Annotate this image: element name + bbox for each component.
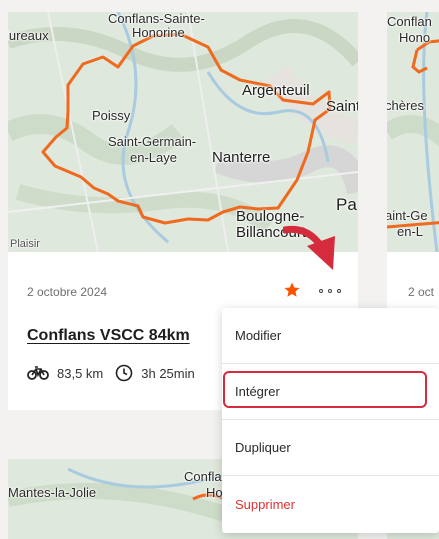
map-label: Mantes-la-Jolie (8, 485, 97, 500)
activity-date: 2 octobre 2024 (27, 285, 108, 299)
route-map[interactable]: Conflans-Sainte- Honorine lureaux Argent… (8, 12, 358, 252)
highlight-box (223, 371, 427, 408)
arrow-annotation-icon (283, 225, 335, 270)
map-label: Pa (336, 195, 357, 214)
options-menu: Modifier Intégrer Dupliquer Supprimer (222, 308, 439, 533)
map-label: chères (387, 98, 425, 113)
map-label: Plaisir (10, 238, 40, 250)
map-label: Poissy (92, 108, 131, 123)
activity-stats: 83,5 km 3h 25min (27, 364, 195, 382)
ellipsis-icon (319, 289, 323, 293)
clock-icon (115, 364, 133, 382)
menu-item-supprimer[interactable]: Supprimer (222, 476, 439, 532)
map-label: Conflan (387, 14, 432, 29)
map-label: Saint-Germain- (108, 134, 197, 149)
map-label: Argenteuil (242, 82, 310, 99)
map-label: Saint (326, 98, 358, 115)
map-label: en-L (397, 224, 424, 239)
menu-item-modifier[interactable]: Modifier (222, 308, 439, 364)
map-label: Nanterre (212, 149, 271, 166)
activity-title[interactable]: Conflans VSCC 84km (27, 327, 190, 345)
more-options-button[interactable] (319, 284, 341, 298)
distance-value: 83,5 km (57, 365, 104, 381)
map-label: lureaux (8, 28, 49, 43)
map-label: aint-Ge (387, 208, 428, 223)
map-label: Honorine (132, 25, 185, 40)
map-label: Confla (184, 469, 222, 484)
map-label: en-Laye (130, 150, 177, 165)
duration-value: 3h 25min (141, 365, 195, 381)
menu-item-dupliquer[interactable]: Dupliquer (222, 420, 439, 476)
bike-icon (27, 366, 49, 380)
map-label: Hono (399, 30, 431, 45)
activity-date: 2 oct (408, 285, 435, 299)
route-map[interactable]: Conflan Hono chères aint-Ge en-L (387, 12, 439, 252)
map-label: Ho (206, 485, 223, 500)
map-label: Conflans-Sainte- (108, 12, 205, 26)
map-background (8, 12, 358, 252)
